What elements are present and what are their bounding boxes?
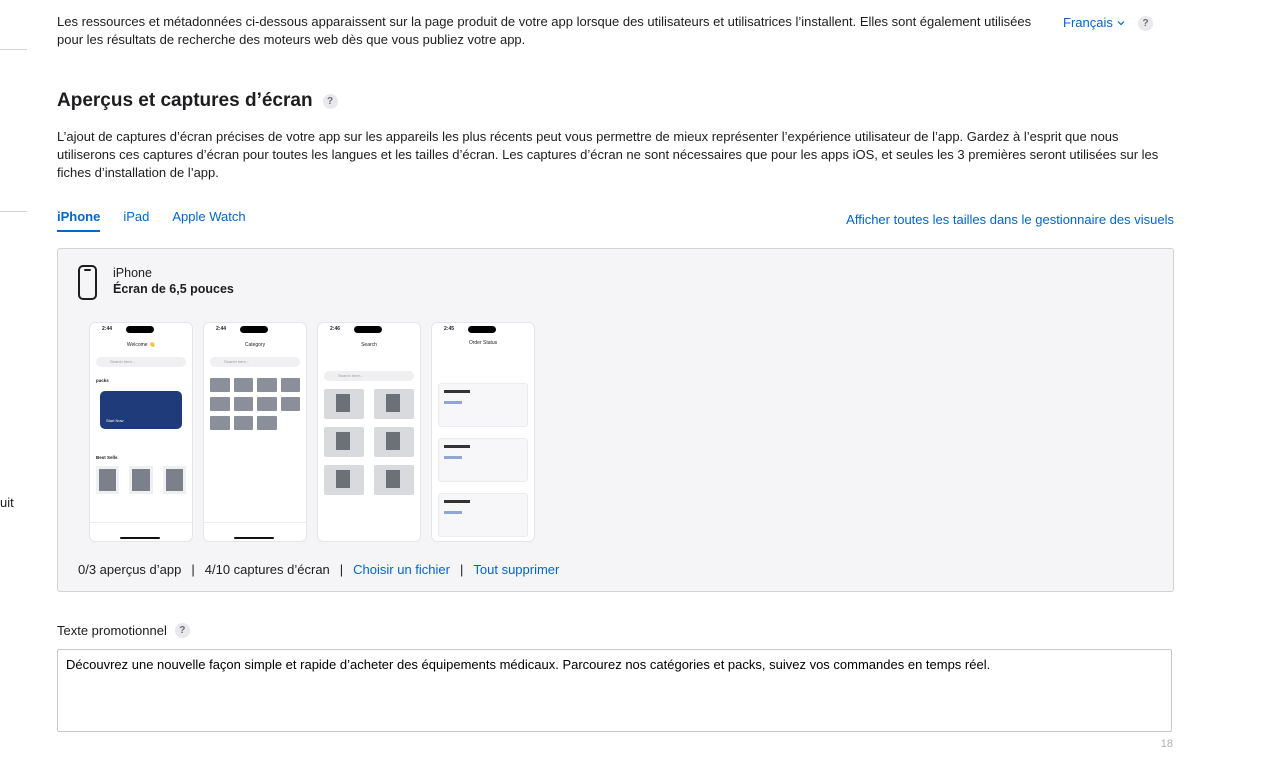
dynamic-island	[126, 326, 154, 333]
help-icon[interactable]: ?	[174, 623, 190, 638]
separator: |	[191, 562, 195, 577]
screen-header: Category	[244, 342, 266, 348]
product-grid	[324, 389, 414, 495]
section-header: Aperçus et captures d’écran ?	[57, 90, 338, 112]
device-name: iPhone	[113, 266, 152, 280]
dynamic-island	[354, 326, 382, 333]
delete-all-link[interactable]: Tout supprimer	[473, 562, 559, 577]
dynamic-island	[468, 326, 496, 333]
screenshot-thumbnail[interactable]: 2:44 Category Search here...	[203, 322, 307, 542]
screenshots-count: 4/10 captures d’écran	[204, 562, 330, 577]
screenshot-thumbnail[interactable]: 2:44 Welcome 👋 Search here... packs Star…	[89, 322, 193, 542]
tab-iphone[interactable]: iPhone	[57, 209, 101, 232]
screen-header: Welcome 👋	[126, 342, 156, 348]
status-time: 2:44	[216, 326, 227, 332]
screenshot-thumbnail[interactable]: 2:46 Search Search here...	[317, 322, 421, 542]
sidebar-edge: uit	[0, 0, 27, 762]
character-counter: 18	[1160, 738, 1173, 750]
sidebar-item-fragment[interactable]: uit	[0, 495, 14, 510]
device-tabs: iPhone iPad Apple Watch	[57, 209, 246, 232]
product-row	[96, 466, 186, 494]
tab-apple-watch[interactable]: Apple Watch	[172, 209, 245, 232]
order-card	[438, 383, 528, 427]
previews-count: 0/3 aperçus d’app	[78, 562, 182, 577]
screen-section-title: Best Sells	[96, 455, 118, 460]
section-description: L’ajout de captures d’écran précises de …	[57, 129, 1159, 180]
view-all-sizes-link[interactable]: Afficher toutes les tailles dans le gest…	[846, 212, 1174, 227]
upload-status-bar: 0/3 aperçus d’app | 4/10 captures d’écra…	[78, 562, 559, 577]
screenshot-thumbnail[interactable]: 2:45 Order Status	[431, 322, 535, 542]
tab-bar	[90, 522, 192, 541]
status-time: 2:46	[330, 326, 341, 332]
tab-ipad[interactable]: iPad	[123, 209, 149, 232]
separator: |	[339, 562, 344, 577]
sidebar-divider	[0, 49, 27, 50]
order-card	[438, 493, 528, 537]
help-icon[interactable]: ?	[322, 93, 338, 109]
screen-header: Search	[361, 342, 377, 348]
screenshot-list: 2:44 Welcome 👋 Search here... packs Star…	[89, 322, 535, 542]
section-title: Aperçus et captures d’écran	[57, 90, 313, 111]
separator: |	[460, 562, 464, 577]
dynamic-island	[240, 326, 268, 333]
promo-text-label-row: Texte promotionnel ?	[57, 623, 190, 638]
screen-search: Search here...	[210, 357, 300, 367]
screen-search: Search here...	[96, 357, 186, 367]
promo-text-label: Texte promotionnel	[57, 623, 167, 638]
category-grid	[210, 378, 300, 430]
sidebar-divider	[0, 211, 27, 212]
screen-section-title: packs	[96, 378, 109, 383]
chevron-down-icon	[1117, 20, 1125, 25]
promo-text-field[interactable]: Découvrez une nouvelle façon simple et r…	[57, 649, 1172, 732]
order-card	[438, 438, 528, 482]
status-time: 2:45	[444, 326, 455, 332]
screen-search: Search here...	[324, 371, 414, 381]
language-label: Français	[1063, 15, 1113, 30]
banner-text: Start Now	[106, 418, 124, 423]
status-time: 2:44	[102, 326, 113, 332]
screen-banner: Start Now	[100, 391, 182, 429]
iphone-icon	[78, 265, 97, 300]
tab-bar	[204, 522, 306, 541]
device-screen-size: Écran de 6,5 pouces	[113, 282, 234, 296]
screenshots-panel: iPhone Écran de 6,5 pouces 2:44 Welcome …	[57, 248, 1174, 592]
choose-file-link[interactable]: Choisir un fichier	[353, 562, 450, 577]
help-icon[interactable]: ?	[1138, 16, 1153, 31]
intro-text: Les ressources et métadonnées ci-dessous…	[57, 14, 1032, 47]
screen-header: Order Status	[468, 340, 498, 346]
language-selector[interactable]: Français	[1063, 15, 1125, 30]
